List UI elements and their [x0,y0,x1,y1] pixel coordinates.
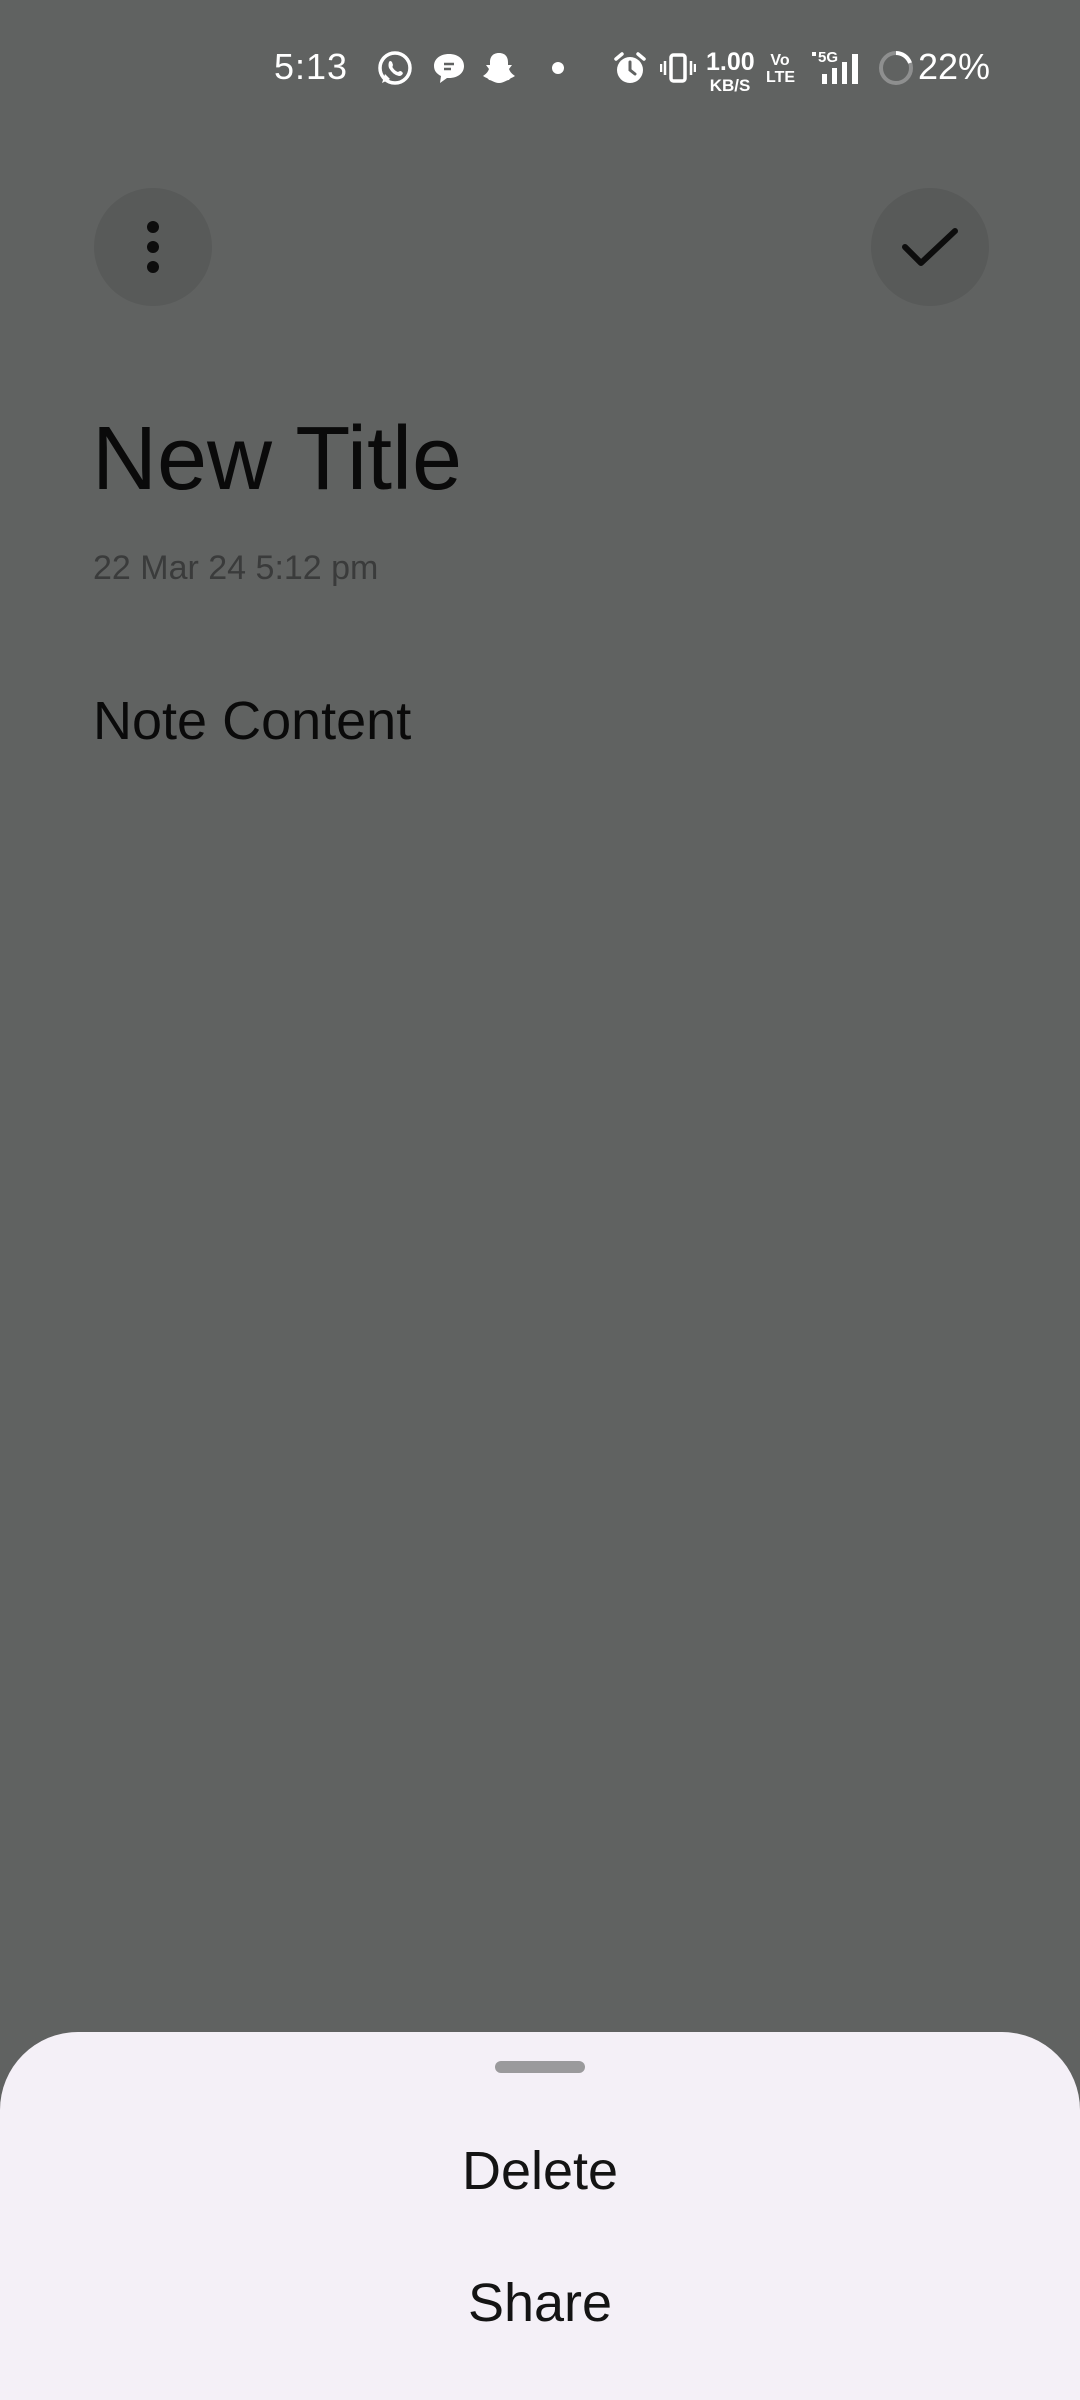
snapchat-icon [478,48,520,88]
vertical-dots-icon [147,221,159,273]
save-done-button[interactable] [871,188,989,306]
status-bar: 5:13 1.00 KB/S Vo LTE 5G 22% [0,0,1080,140]
signal-icon: 5G [808,48,870,88]
vibrate-icon [660,48,696,88]
bottom-sheet: Delete Share [0,2032,1080,2400]
net-speed: 1.00 KB/S [706,48,755,95]
volte-indicator: Vo LTE [766,52,796,86]
network-type-text: 5G [818,49,838,66]
chat-bubble-icon [428,48,470,88]
share-button[interactable]: Share [0,2272,1080,2334]
note-timestamp: 22 Mar 24 5:12 pm [93,549,379,587]
whatsapp-icon [374,48,416,88]
delete-button[interactable]: Delete [0,2140,1080,2202]
drag-handle[interactable] [495,2061,585,2073]
net-speed-value: 1.00 [706,48,755,76]
note-body[interactable]: Note Content [93,690,411,752]
alarm-icon [610,48,650,88]
volte-top: Vo [770,52,790,69]
volte-bottom: LTE [766,69,796,86]
battery-saver-ring-icon [876,48,916,88]
battery-percentage: 22% [918,46,991,87]
checkmark-icon [902,228,958,266]
note-title[interactable]: New Title [92,408,462,511]
net-speed-unit: KB/S [709,76,751,95]
status-time: 5:13 [274,46,349,87]
dot-icon [548,48,568,88]
more-options-button[interactable] [94,188,212,306]
